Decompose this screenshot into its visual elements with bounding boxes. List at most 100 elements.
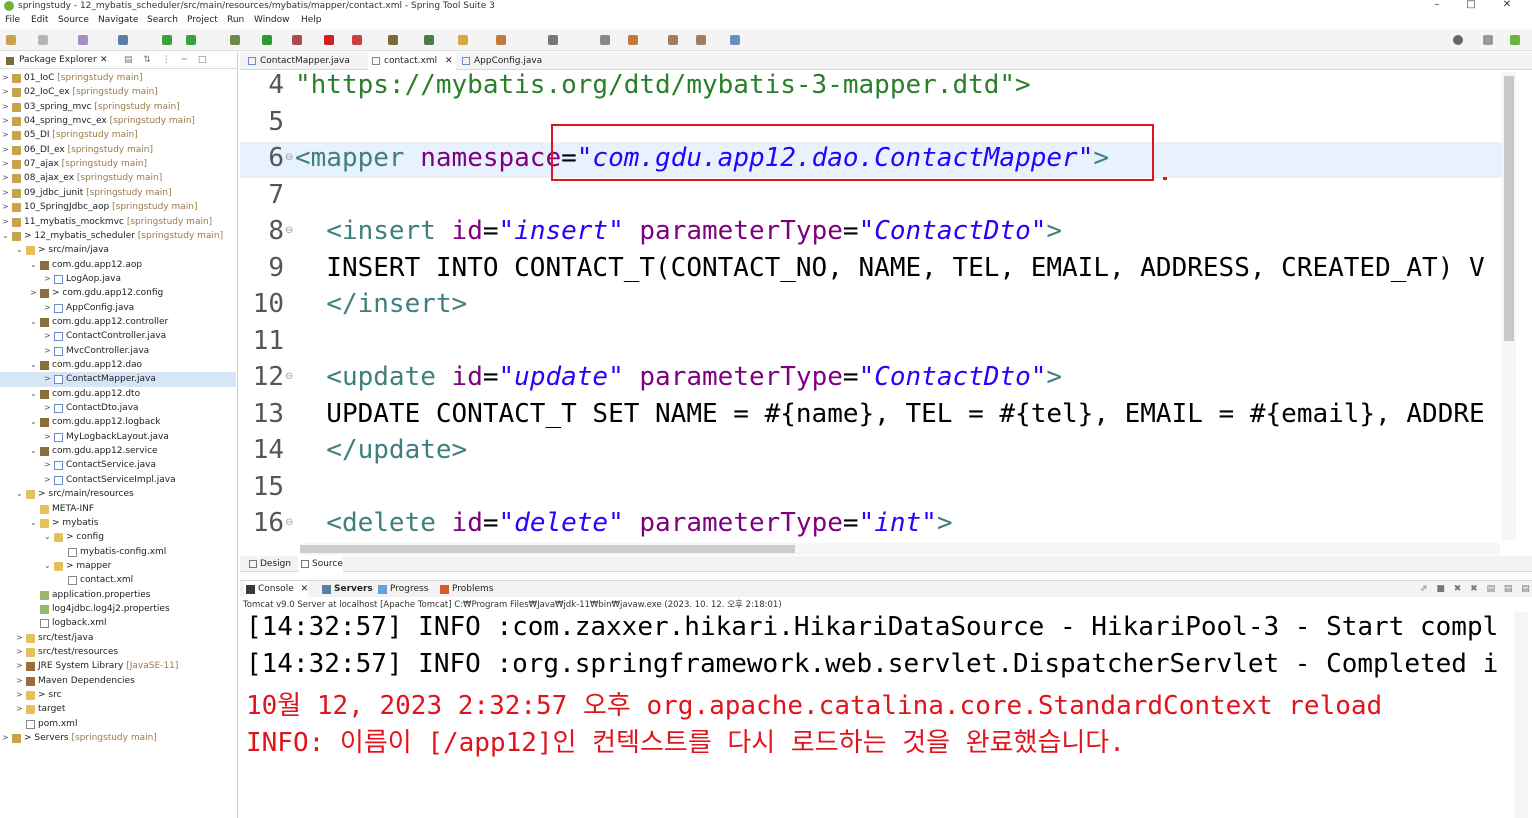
chevron-down-icon[interactable]: ⌄ (16, 243, 24, 257)
chevron-down-icon[interactable]: ⌄ (30, 415, 38, 429)
tree-item[interactable]: > MyLogbackLayout.java (0, 430, 236, 444)
chevron-right-icon[interactable]: > (44, 272, 52, 286)
tree-item[interactable]: META-INF (0, 502, 236, 516)
tree-item[interactable]: >11_mybatis_mockmvc [springstudy main] (0, 215, 236, 229)
chevron-down-icon[interactable]: ⌄ (30, 387, 38, 401)
menu-window[interactable]: Window (254, 15, 290, 25)
tree-item[interactable]: > src/test/java (0, 631, 236, 645)
scrollbar-thumb[interactable] (300, 545, 795, 553)
tab-source[interactable]: Source (298, 556, 343, 572)
chevron-right-icon[interactable]: > (44, 473, 52, 487)
search-icon[interactable] (1453, 35, 1463, 45)
tree-item[interactable]: > > src (0, 688, 236, 702)
chevron-down-icon[interactable]: ⌄ (30, 258, 38, 272)
chevron-right-icon[interactable]: > (16, 659, 24, 673)
menu-search[interactable]: Search (147, 15, 178, 25)
chevron-down-icon[interactable]: ⌄ (16, 487, 24, 501)
chevron-right-icon[interactable]: > (44, 372, 52, 386)
console-toolbar[interactable]: ⇗ ■ ✖ ✖ ▤ ▤ ▤ ▤ ▤ ▣ ▾ ▢ ▾ ▢ ▾ ▢ ◉ ⚙ ─ □ (1420, 584, 1532, 594)
fold-toggle-icon[interactable]: ⊖ (285, 152, 293, 163)
tree-item[interactable]: > target (0, 702, 236, 716)
code-line[interactable]: INSERT INTO CONTACT_T(CONTACT_NO, NAME, … (295, 253, 1502, 283)
tree-item[interactable]: ⌄ > mapper (0, 559, 236, 573)
chevron-right-icon[interactable]: > (16, 702, 24, 716)
chevron-down-icon[interactable]: ⌄ (30, 516, 38, 530)
tree-item[interactable]: ⌄ > 12_mybatis_scheduler [springstudy mai… (0, 229, 236, 243)
tree-item[interactable]: >05_DI [springstudy main] (0, 128, 236, 142)
menu-edit[interactable]: Edit (31, 15, 48, 25)
tree-item[interactable]: >02_IoC_ex [springstudy main] (0, 85, 236, 99)
editor-vertical-scrollbar[interactable] (1502, 72, 1516, 540)
chevron-down-icon[interactable]: ⌄ (2, 229, 10, 243)
chevron-down-icon[interactable]: ⌄ (30, 358, 38, 372)
chevron-right-icon[interactable]: > (2, 143, 10, 157)
code-line[interactable]: UPDATE CONTACT_T SET NAME = #{name}, TEL… (295, 399, 1502, 429)
chevron-right-icon[interactable]: > (44, 401, 52, 415)
tab-contactmapper-java[interactable]: ContactMapper.java (244, 52, 356, 70)
chevron-right-icon[interactable]: > (16, 645, 24, 659)
coverage-icon[interactable] (352, 35, 362, 45)
annotation-icon[interactable] (548, 35, 558, 45)
close-window-button[interactable]: ✕ (1492, 0, 1522, 12)
code-line[interactable]: "https://mybatis.org/dtd/mybatis-3-mappe… (295, 70, 1502, 100)
tree-item[interactable]: ⌄ > mybatis (0, 516, 236, 530)
tree-item[interactable]: >04_spring_mvc_ex [springstudy main] (0, 114, 236, 128)
tree-item[interactable]: ⌄ com.gdu.app12.controller (0, 315, 236, 329)
menu-navigate[interactable]: Navigate (98, 15, 138, 25)
chevron-right-icon[interactable]: > (2, 157, 10, 171)
chevron-right-icon[interactable]: > (16, 631, 24, 645)
new-icon[interactable] (6, 35, 16, 45)
chevron-down-icon[interactable]: ⌄ (30, 444, 38, 458)
chevron-right-icon[interactable]: > (16, 688, 24, 702)
code-line[interactable]: <delete id="delete" parameterType="int"> (295, 508, 1502, 538)
maximize-button[interactable]: □ (1456, 0, 1486, 12)
tab-design[interactable]: Design (246, 556, 291, 572)
code-line[interactable]: </insert> (295, 289, 1502, 319)
chevron-right-icon[interactable]: > (44, 344, 52, 358)
menu-project[interactable]: Project (187, 15, 218, 25)
tree-item[interactable]: > JRE System Library [JavaSE-11] (0, 659, 236, 673)
back-icon[interactable] (668, 35, 678, 45)
tree-item[interactable]: > ContactController.java (0, 329, 236, 343)
tree-item[interactable]: >01_IoC [springstudy main] (0, 71, 236, 85)
tree-item[interactable]: contact.xml (0, 573, 236, 587)
chevron-right-icon[interactable]: > (2, 85, 10, 99)
tree-item[interactable]: > LogAop.java (0, 272, 236, 286)
tree-item[interactable]: >07_ajax [springstudy main] (0, 157, 236, 171)
tab-contact-xml[interactable]: contact.xml ✕ (368, 52, 456, 70)
menu-run[interactable]: Run (227, 15, 244, 25)
stop-icon[interactable] (324, 35, 334, 45)
tree-item[interactable]: > > com.gdu.app12.config (0, 286, 236, 300)
terminal-icon[interactable] (118, 35, 128, 45)
tab-appconfig-java[interactable]: AppConfig.java (458, 52, 558, 70)
tree-item[interactable]: ⌄ > config (0, 530, 236, 544)
code-line[interactable]: <insert id="insert" parameterType="Conta… (295, 216, 1502, 246)
chevron-right-icon[interactable]: > (2, 186, 10, 200)
chevron-right-icon[interactable]: > (16, 674, 24, 688)
menu-source[interactable]: Source (58, 15, 89, 25)
last-edit-icon[interactable] (628, 35, 638, 45)
tab-servers[interactable]: Servers (320, 581, 373, 598)
fold-toggle-icon[interactable]: ⊖ (285, 225, 293, 236)
tab-problems[interactable]: Problems (438, 581, 493, 598)
tree-item[interactable]: log4jdbc.log4j2.properties (0, 602, 236, 616)
chevron-right-icon[interactable]: > (44, 458, 52, 472)
save-icon[interactable] (38, 35, 48, 45)
chevron-right-icon[interactable]: > (2, 71, 10, 85)
editor-horizontal-scrollbar[interactable] (300, 543, 1500, 555)
chevron-down-icon[interactable]: ⌄ (44, 559, 52, 573)
chevron-right-icon[interactable]: > (2, 731, 10, 745)
new-class-icon[interactable] (424, 35, 434, 45)
menu-file[interactable]: File (5, 15, 20, 25)
menu-help[interactable]: Help (301, 15, 322, 25)
tree-item[interactable]: >06_DI_ex [springstudy main] (0, 143, 236, 157)
tab-console[interactable]: Console ✕ (244, 581, 309, 598)
tree-item[interactable]: > src/test/resources (0, 645, 236, 659)
perspective-spring-icon[interactable] (1510, 35, 1520, 45)
chevron-right-icon[interactable]: > (2, 100, 10, 114)
open-perspective-icon[interactable] (730, 35, 740, 45)
package-explorer-title[interactable]: Package Explorer (19, 55, 97, 65)
tree-item[interactable]: ⌄ com.gdu.app12.dao (0, 358, 236, 372)
chevron-right-icon[interactable]: > (44, 301, 52, 315)
code-line[interactable]: <update id="update" parameterType="Conta… (295, 362, 1502, 392)
